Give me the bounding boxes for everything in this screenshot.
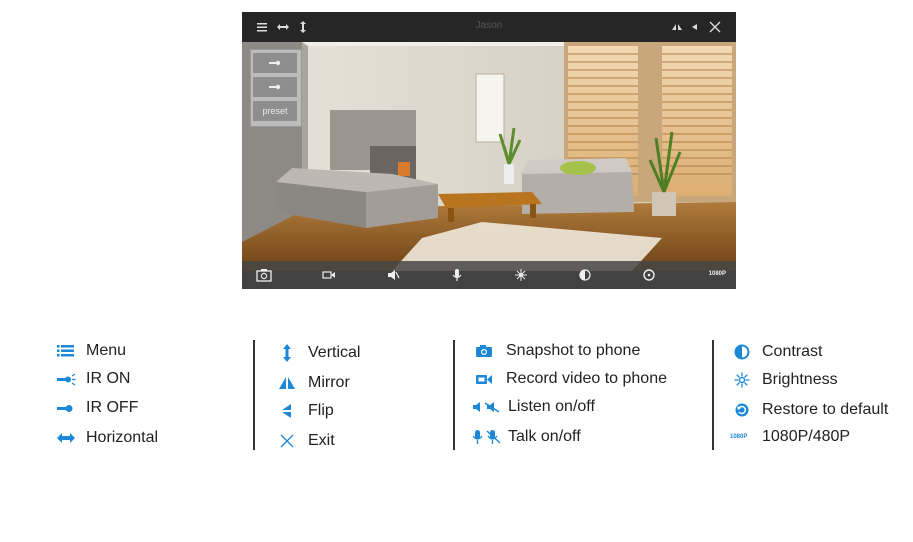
- legend-flip: Flip: [278, 400, 334, 422]
- legend-contrast: Contrast: [734, 341, 822, 363]
- mirror-icon[interactable]: [670, 20, 684, 34]
- microphone-icon: [472, 429, 502, 445]
- camera-icon: [474, 344, 494, 358]
- horizontal-arrow-icon: [56, 431, 76, 445]
- legend-restore: Restore to default: [734, 399, 888, 421]
- legend-talk: Talk on/off: [472, 426, 581, 448]
- camera-live-view: [242, 42, 736, 271]
- legend-label: Snapshot to phone: [506, 342, 641, 359]
- restore-default-icon: [734, 402, 750, 418]
- legend-vertical: Vertical: [278, 342, 360, 364]
- legend-label: Brightness: [762, 371, 838, 388]
- ir-on-icon: [269, 60, 281, 66]
- resolution-toggle[interactable]: 1080P: [709, 271, 726, 277]
- legend-snapshot: Snapshot to phone: [474, 340, 640, 362]
- legend-label: Contrast: [762, 343, 823, 360]
- legend-divider: [253, 340, 255, 450]
- snapshot-icon[interactable]: [256, 268, 272, 282]
- contrast-icon[interactable]: [578, 268, 592, 282]
- legend-label: Menu: [86, 342, 127, 359]
- legend-label: Restore to default: [762, 401, 889, 418]
- mirror-icon: [278, 376, 296, 390]
- legend-divider: [712, 340, 714, 450]
- bottom-toolbar: 1080P: [242, 261, 736, 289]
- legend-label: Talk on/off: [508, 428, 581, 445]
- exit-icon: [278, 434, 296, 448]
- legend-label: IR ON: [86, 370, 131, 387]
- legend-mirror: Mirror: [278, 372, 350, 394]
- legend-label: Mirror: [308, 374, 350, 391]
- top-toolbar: Jason: [242, 12, 736, 42]
- legend-brightness: Brightness: [734, 369, 838, 391]
- camera-title: Jason: [475, 20, 503, 31]
- living-room-image: [242, 42, 736, 271]
- legend-menu: Menu: [56, 340, 126, 362]
- ir-off-button[interactable]: [253, 77, 297, 97]
- flip-icon: [278, 403, 296, 419]
- legend-label: Exit: [308, 432, 335, 449]
- legend-ir-on: IR ON: [56, 368, 130, 390]
- brightness-icon: [734, 372, 750, 388]
- menu-icon: [56, 344, 76, 358]
- brightness-icon[interactable]: [514, 268, 528, 282]
- legend-record: Record video to phone: [474, 368, 667, 390]
- talk-icon[interactable]: [450, 268, 464, 282]
- legend-label: Record video to phone: [506, 370, 667, 387]
- legend-exit: Exit: [278, 430, 335, 452]
- legend-label: Listen on/off: [508, 398, 595, 415]
- legend-label: 1080P/480P: [762, 428, 851, 445]
- restore-default-icon[interactable]: [642, 268, 656, 282]
- legend-horizontal: Horizontal: [56, 427, 158, 449]
- ir-off-icon: [269, 84, 281, 90]
- vertical-arrow-icon: [278, 343, 296, 363]
- legend-label: Horizontal: [86, 429, 159, 446]
- preset-button[interactable]: preset: [253, 101, 297, 121]
- legend-divider: [453, 340, 455, 450]
- legend-ir-off: IR OFF: [56, 397, 138, 419]
- ir-off-icon: [56, 401, 76, 415]
- ir-on-button[interactable]: [253, 53, 297, 73]
- resolution-icon: 1080P: [730, 434, 748, 440]
- camera-app-window: Jason preset 1080P: [242, 12, 736, 289]
- video-camera-icon: [474, 372, 494, 386]
- legend-label: Vertical: [308, 344, 361, 361]
- flip-icon[interactable]: [688, 20, 702, 34]
- legend-label: IR OFF: [86, 399, 139, 416]
- close-icon[interactable]: [708, 20, 722, 34]
- ir-on-icon: [56, 372, 76, 386]
- preset-panel: preset: [250, 49, 302, 127]
- record-video-icon[interactable]: [322, 268, 336, 282]
- listen-icon[interactable]: [386, 268, 400, 282]
- speaker-icon: [472, 400, 502, 414]
- legend-resolution: 1080P 1080P/480P: [730, 426, 850, 448]
- legend-label: Flip: [308, 402, 334, 419]
- legend-listen: Listen on/off: [472, 396, 595, 418]
- contrast-icon: [734, 344, 750, 360]
